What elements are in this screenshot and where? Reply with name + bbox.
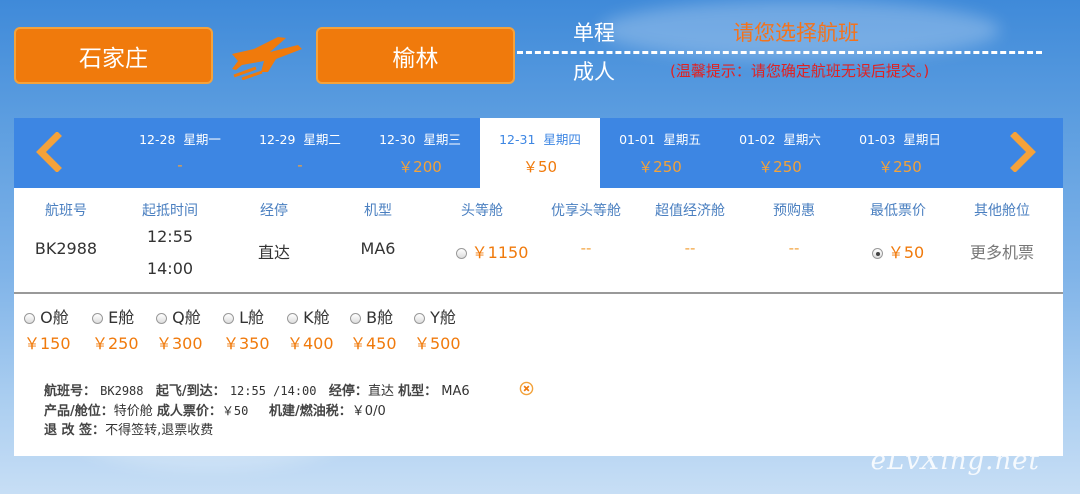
arrive-time: 14:00 <box>146 259 194 278</box>
detail-line-2: 产品/舱位：特价舱 成人票价：￥50 机建/燃油税：￥0/0 <box>44 404 386 419</box>
lowest-fare-price: ￥50 <box>887 243 925 262</box>
cabin-radio[interactable] <box>350 313 361 324</box>
date-label: 01-01 星期五 <box>619 132 701 147</box>
cabin-price: ￥500 <box>414 334 461 353</box>
stops: 直达 <box>257 243 290 262</box>
plane-icon <box>232 37 302 80</box>
date-label: 12-30 星期三 <box>379 132 461 147</box>
date-label: 01-03 星期日 <box>859 132 941 147</box>
date-label: 12-29 星期二 <box>259 132 341 147</box>
header-other: 其他舱位 <box>974 203 1030 219</box>
date-tab-active[interactable]: 12-31 星期四 ￥50 <box>480 118 600 188</box>
cabin-option[interactable]: Q舱 ￥300 <box>156 304 216 354</box>
cabin-option[interactable]: O舱 ￥150 <box>24 304 84 354</box>
date-tab[interactable]: 12-28 星期一 - <box>120 118 240 188</box>
date-price: - <box>297 156 303 174</box>
header-flight-no: 航班号 <box>45 203 87 219</box>
cabin-name: Q舱 <box>172 308 201 327</box>
date-tab[interactable]: 01-03 星期日 ￥250 <box>840 118 960 188</box>
premium-first-price: -- <box>580 239 592 257</box>
cabin-radio[interactable] <box>287 313 298 324</box>
header-premium-first: 优享头等舱 <box>551 203 621 219</box>
detail-line-3: 退 改 签：不得签转,退票收费 <box>44 423 214 438</box>
cabin-option[interactable]: B舱 ￥450 <box>350 304 410 354</box>
cabin-name: Y舱 <box>430 308 456 327</box>
date-price: ￥250 <box>878 158 922 176</box>
prev-week-arrow-icon[interactable] <box>28 130 68 174</box>
departure-city-button[interactable]: 石家庄 <box>14 27 213 84</box>
cabin-option[interactable]: Y舱 ￥500 <box>414 304 474 354</box>
date-tab[interactable]: 12-30 星期三 ￥200 <box>360 118 480 188</box>
cabin-radio[interactable] <box>24 313 35 324</box>
cabin-name: O舱 <box>40 308 69 327</box>
select-flight-title: 请您选择航班 <box>733 21 859 45</box>
date-tab[interactable]: 01-02 星期六 ￥250 <box>720 118 840 188</box>
date-price: ￥50 <box>522 158 558 176</box>
date-bar: 12-28 星期一 - 12-29 星期二 - 12-30 星期三 ￥200 1… <box>14 118 1063 188</box>
header-aircraft: 机型 <box>364 203 392 219</box>
detail-line-1: 航班号： BK2988 起飞/到达： 12:55 /14:00 经停：直达 机型… <box>44 384 470 399</box>
depart-time: 12:55 <box>146 227 194 246</box>
cabin-price: ￥300 <box>156 334 203 353</box>
date-price: ￥200 <box>398 158 442 176</box>
header-advance: 预购惠 <box>773 203 815 219</box>
cabin-name: B舱 <box>366 308 394 327</box>
header-time: 起抵时间 <box>142 203 198 219</box>
cabin-option[interactable]: L舱 ￥350 <box>223 304 283 354</box>
route-divider <box>517 51 1042 54</box>
date-tab[interactable]: 12-29 星期二 - <box>240 118 360 188</box>
date-label: 12-31 星期四 <box>499 132 581 147</box>
date-price: ￥250 <box>638 158 682 176</box>
cabin-price: ￥150 <box>24 334 71 353</box>
flight-panel: 12-28 星期一 - 12-29 星期二 - 12-30 星期三 ￥200 1… <box>14 118 1063 456</box>
cabin-price: ￥350 <box>223 334 270 353</box>
header-first-class: 头等舱 <box>461 203 503 219</box>
notice-text: (温馨提示：请您确定航班无误后提交。) <box>670 62 930 80</box>
cabin-radio[interactable] <box>92 313 103 324</box>
more-tickets-link[interactable]: 更多机票 <box>947 239 1057 263</box>
header-stops: 经停 <box>260 203 288 219</box>
trip-type-label: 单程 <box>573 21 615 45</box>
flight-number: BK2988 <box>34 239 98 258</box>
date-price: - <box>177 156 183 174</box>
row-divider <box>14 292 1063 294</box>
cabin-option[interactable]: E舱 ￥250 <box>92 304 152 354</box>
first-class-radio[interactable] <box>455 248 467 259</box>
watermark-logo: eLvXing.net <box>870 446 1040 476</box>
value-economy-price: -- <box>684 239 696 257</box>
header-lowest: 最低票价 <box>870 203 926 219</box>
advance-price: -- <box>788 239 800 257</box>
lowest-fare-option[interactable]: ￥50 <box>843 239 953 263</box>
first-class-price: ￥1150 <box>471 243 529 262</box>
cabin-name: L舱 <box>239 308 265 327</box>
date-tab[interactable]: 01-01 星期五 ￥250 <box>600 118 720 188</box>
cabin-radio[interactable] <box>223 313 234 324</box>
cabin-radio[interactable] <box>156 313 167 324</box>
next-week-arrow-icon[interactable] <box>1004 130 1044 174</box>
cabin-name: K舱 <box>303 308 330 327</box>
cabin-radio[interactable] <box>414 313 425 324</box>
aircraft-type: MA6 <box>360 239 396 258</box>
lowest-fare-radio[interactable] <box>871 248 883 259</box>
cabin-name: E舱 <box>108 308 135 327</box>
date-label: 01-02 星期六 <box>739 132 821 147</box>
header-value-economy: 超值经济舱 <box>655 203 725 219</box>
cabin-option[interactable]: K舱 ￥400 <box>287 304 347 354</box>
cabin-price: ￥450 <box>350 334 397 353</box>
arrival-city-button[interactable]: 榆林 <box>316 27 515 84</box>
date-price: ￥250 <box>758 158 802 176</box>
passenger-type-label: 成人 <box>573 60 615 84</box>
close-icon[interactable] <box>519 381 534 396</box>
date-label: 12-28 星期一 <box>139 132 221 147</box>
cabin-price: ￥250 <box>92 334 139 353</box>
cabin-price: ￥400 <box>287 334 334 353</box>
